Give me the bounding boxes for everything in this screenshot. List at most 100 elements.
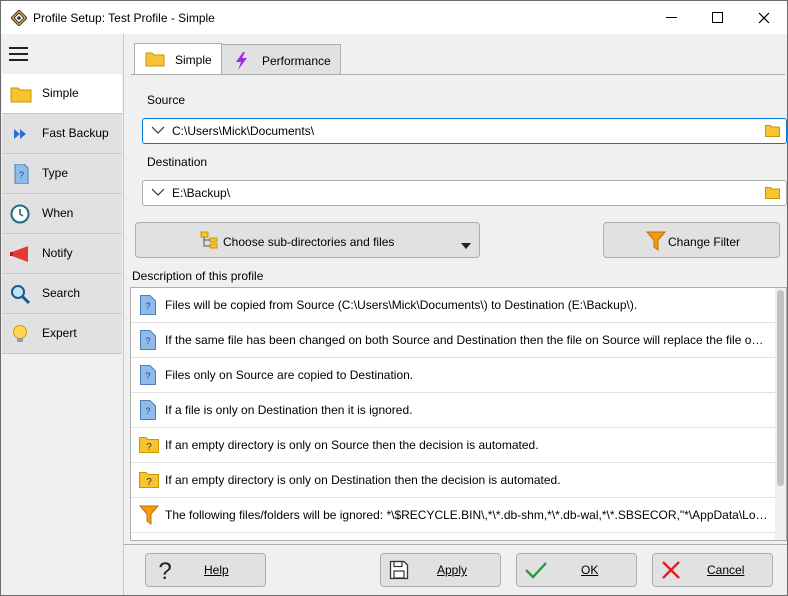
description-text: Files only on Source are copied to Desti… [165, 368, 414, 382]
folder-tree-icon [200, 231, 220, 252]
description-text: If an empty directory is only on Source … [165, 438, 539, 452]
question-document-icon: ? [10, 163, 32, 185]
destination-label: Destination [147, 155, 208, 169]
sidebar-item-label: Notify [42, 246, 73, 260]
question-document-icon: ? [139, 400, 157, 420]
tab-label: Simple [175, 53, 212, 67]
filter-icon [645, 231, 667, 254]
sidebar-item-label: Simple [42, 86, 79, 100]
svg-text:?: ? [19, 170, 24, 180]
destination-combo[interactable]: E:\Backup\ [142, 180, 787, 206]
lightbulb-icon [10, 324, 32, 344]
choose-subdirectories-label: Choose sub-directories and files [223, 235, 395, 249]
svg-text:?: ? [146, 442, 152, 453]
sidebar-item-type[interactable]: ? Type [2, 154, 122, 194]
dropdown-arrow-icon [461, 238, 471, 252]
help-label: Help [204, 563, 229, 577]
help-button[interactable]: ? Help [145, 553, 266, 587]
source-value: C:\Users\Mick\Documents\ [172, 124, 315, 138]
cancel-button[interactable]: Cancel [652, 553, 773, 587]
close-button[interactable] [741, 1, 787, 34]
question-folder-icon: ? [139, 435, 159, 455]
list-item[interactable]: ? If the same file has been changed on b… [131, 323, 775, 358]
destination-value: E:\Backup\ [172, 186, 231, 200]
ok-button[interactable]: OK [516, 553, 637, 587]
list-item[interactable]: ? If a file is only on Destination then … [131, 393, 775, 428]
question-document-icon: ? [139, 330, 157, 350]
source-combo[interactable]: C:\Users\Mick\Documents\ [142, 118, 787, 144]
list-item[interactable]: ? If an empty directory is only on Desti… [131, 463, 775, 498]
folder-icon [145, 51, 165, 67]
description-text: If a file is only on Destination then it… [165, 403, 413, 417]
tab-simple[interactable]: Simple [134, 43, 222, 75]
folder-icon [10, 84, 32, 104]
question-mark-icon: ? [154, 557, 174, 585]
question-document-icon: ? [139, 295, 157, 315]
title-bar: Profile Setup: Test Profile - Simple [1, 1, 787, 34]
description-label: Description of this profile [132, 269, 264, 283]
filter-icon [138, 505, 160, 525]
sidebar-item-label: Search [42, 286, 81, 300]
question-folder-icon: ? [139, 470, 159, 490]
description-text: If an empty directory is only on Destina… [165, 473, 561, 487]
minimize-button[interactable] [649, 1, 695, 34]
ok-label: OK [581, 563, 599, 577]
profile-setup-window: Profile Setup: Test Profile - Simple Sim… [0, 0, 788, 596]
description-text: If the same file has been changed on bot… [165, 333, 769, 347]
tab-performance[interactable]: Performance [221, 44, 341, 75]
description-text: The following files/folders will be igno… [165, 508, 769, 522]
svg-text:?: ? [145, 301, 150, 311]
fast-forward-icon [10, 124, 32, 144]
apply-button[interactable]: Apply [380, 553, 501, 587]
list-item[interactable]: ? If an empty directory is only on Sourc… [131, 428, 775, 463]
app-logo-icon [10, 9, 28, 27]
magnifier-icon [10, 284, 32, 305]
sidebar-item-notify[interactable]: Notify [2, 234, 122, 274]
cross-icon [661, 560, 681, 580]
content-area: Simple Performance Source C:\Users\Mick\… [124, 34, 787, 595]
sidebar-item-label: Fast Backup [42, 126, 109, 140]
svg-text:?: ? [158, 558, 171, 583]
checkmark-icon [525, 560, 547, 580]
vertical-scrollbar[interactable] [775, 288, 786, 540]
sidebar-item-simple[interactable]: Simple [2, 74, 122, 114]
list-item[interactable]: ? Files will be copied from Source (C:\U… [131, 288, 775, 323]
lightning-icon [232, 52, 252, 70]
maximize-button[interactable] [695, 1, 741, 34]
apply-label: Apply [437, 563, 468, 577]
scrollbar-thumb[interactable] [777, 290, 784, 486]
save-disk-icon [389, 560, 409, 580]
sidebar-item-label: Type [42, 166, 69, 180]
change-filter-button[interactable]: Change Filter [603, 222, 780, 258]
sidebar-item-when[interactable]: When [2, 194, 122, 234]
sidebar-item-expert[interactable]: Expert [2, 314, 122, 354]
chevron-down-icon[interactable] [151, 124, 165, 136]
sidebar-item-label: When [42, 206, 74, 220]
svg-text:?: ? [145, 336, 150, 346]
source-label: Source [147, 93, 186, 107]
chevron-down-icon[interactable] [151, 186, 165, 198]
description-text: Files will be copied from Source (C:\Use… [165, 298, 638, 312]
svg-text:?: ? [145, 406, 150, 416]
browse-folder-icon[interactable] [765, 124, 780, 137]
window-title: Profile Setup: Test Profile - Simple [33, 11, 215, 25]
question-document-icon: ? [139, 365, 157, 385]
sidebar-item-search[interactable]: Search [2, 274, 122, 314]
list-item[interactable]: The following files/folders will be igno… [131, 498, 775, 533]
hamburger-menu-icon[interactable] [9, 46, 29, 62]
sidebar: Simple Fast Backup ? Type When Notify Se… [1, 34, 124, 595]
choose-subdirectories-button[interactable]: Choose sub-directories and files [135, 222, 480, 258]
svg-text:?: ? [146, 477, 152, 488]
megaphone-icon [10, 244, 32, 264]
change-filter-label: Change Filter [668, 235, 741, 249]
svg-text:?: ? [145, 371, 150, 381]
cancel-label: Cancel [707, 563, 745, 577]
browse-folder-icon[interactable] [765, 186, 780, 199]
description-list[interactable]: ? Files will be copied from Source (C:\U… [130, 287, 787, 541]
sidebar-item-fast-backup[interactable]: Fast Backup [2, 114, 122, 154]
button-bar: ? Help Apply OK Cancel [124, 544, 787, 595]
clock-icon [10, 204, 32, 224]
tab-label: Performance [262, 54, 331, 68]
sidebar-item-label: Expert [42, 326, 77, 340]
list-item[interactable]: ? Files only on Source are copied to Des… [131, 358, 775, 393]
